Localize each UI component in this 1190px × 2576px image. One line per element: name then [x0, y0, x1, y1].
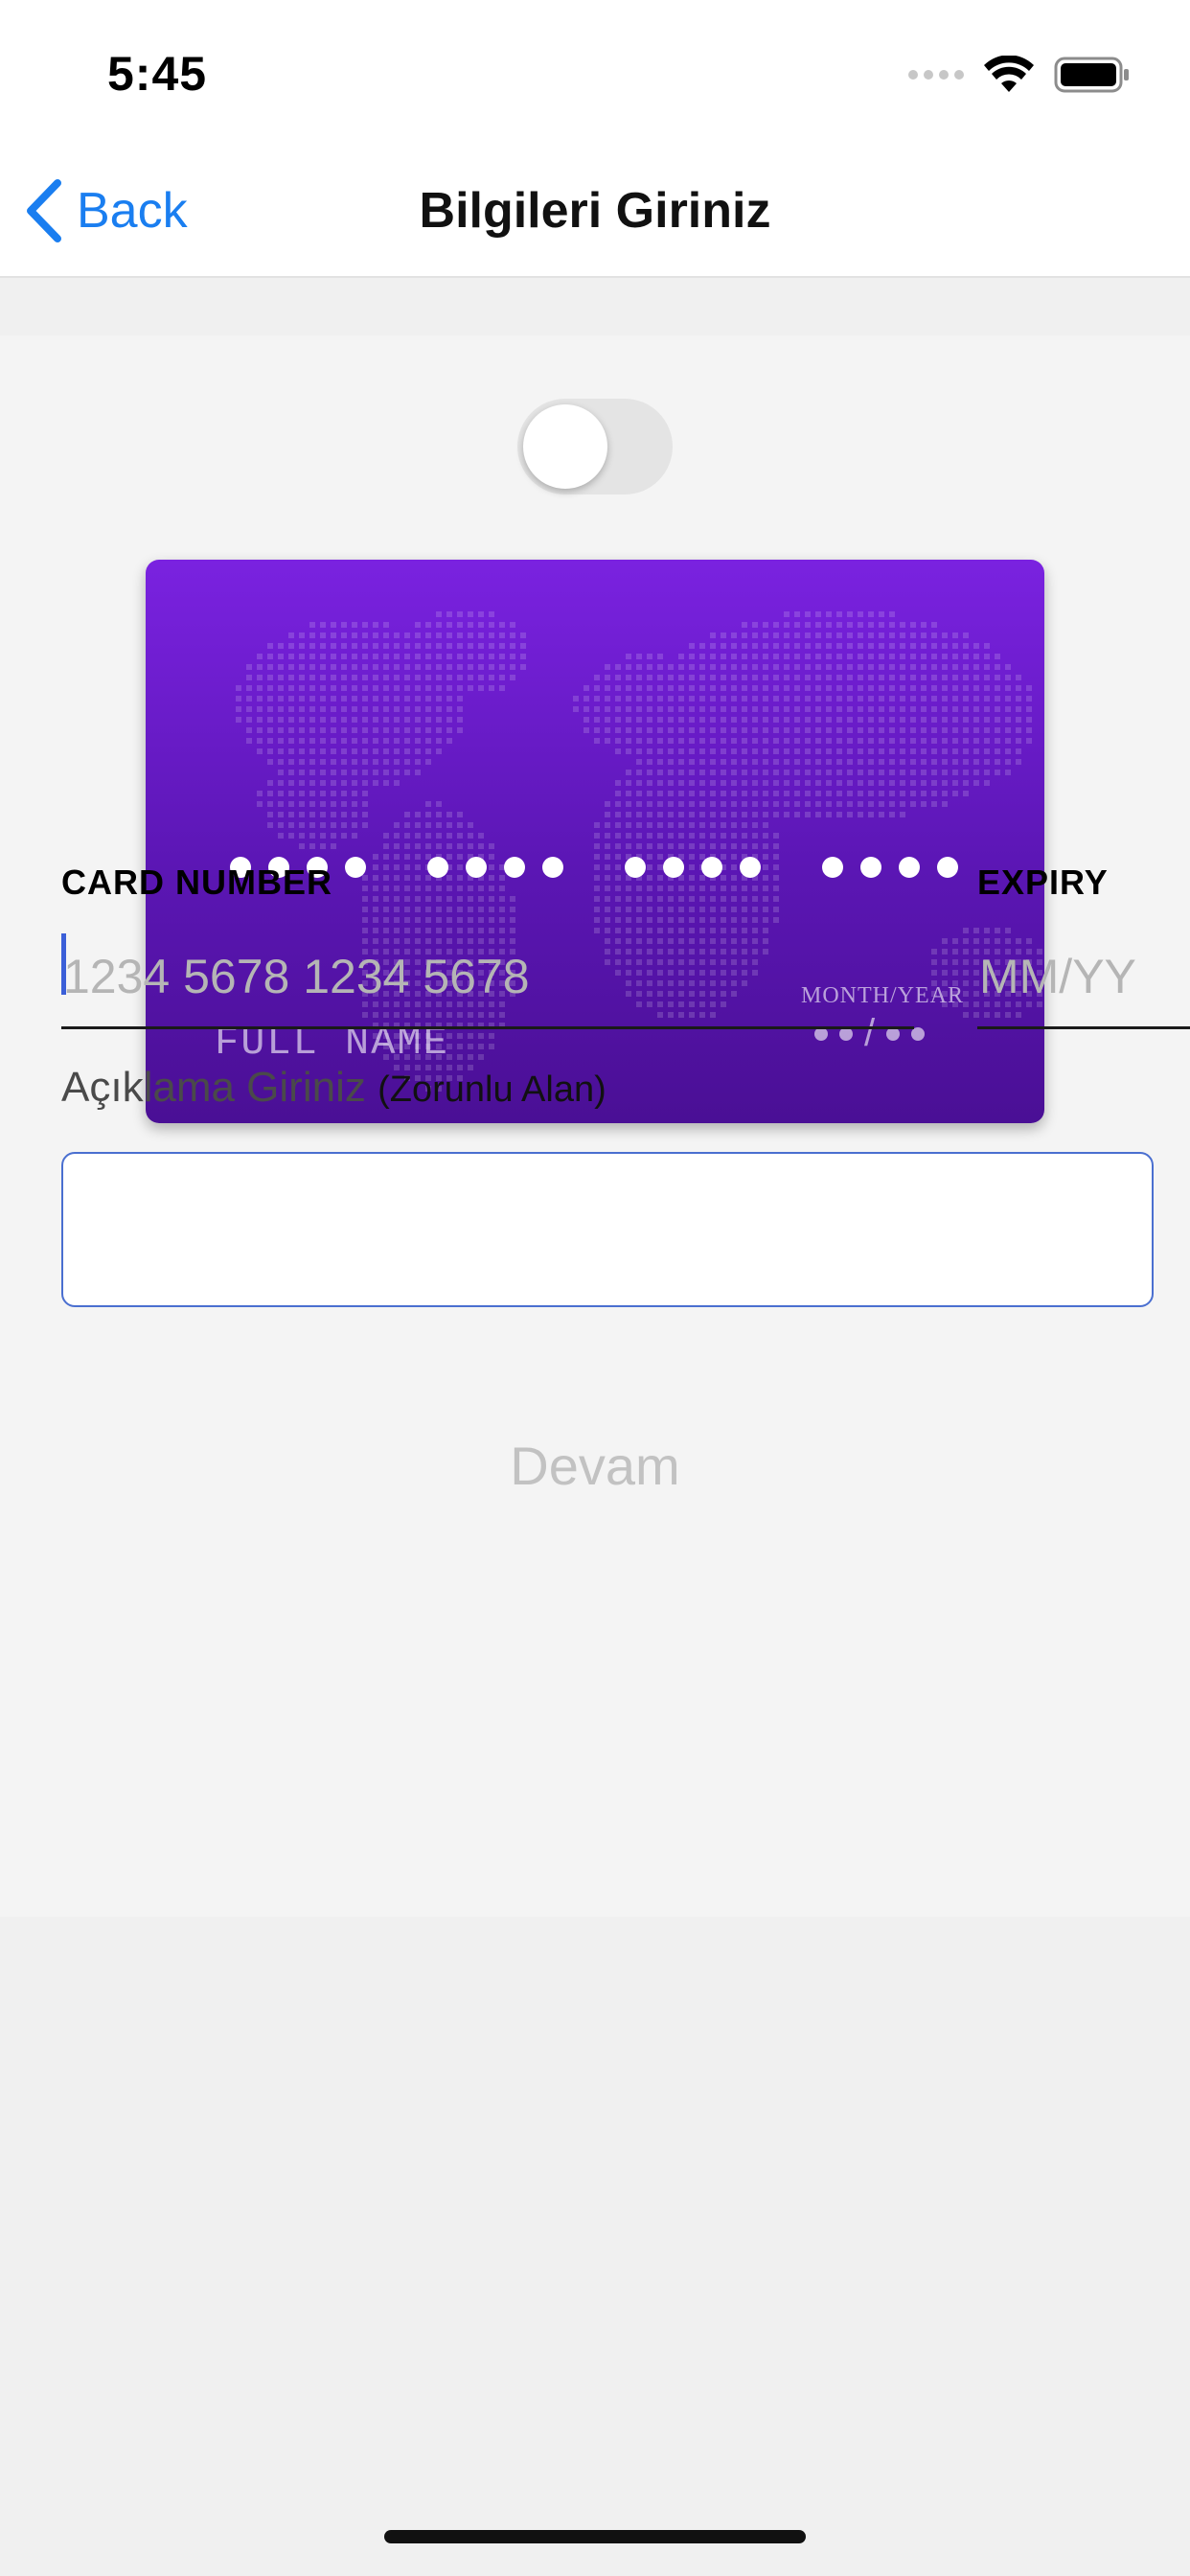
card-number-mask	[230, 857, 958, 878]
status-time: 5:45	[107, 47, 208, 101]
description-input[interactable]	[61, 1152, 1154, 1307]
description-label: Açıklama Giriniz (Zorunlu Alan)	[61, 1064, 606, 1112]
page-title: Bilgileri Giriniz	[419, 183, 771, 239]
description-required-note: (Zorunlu Alan)	[378, 1070, 606, 1110]
navigation-bar: Back Bilgileri Giriniz	[0, 144, 1190, 278]
card-number-input[interactable]	[61, 926, 914, 1029]
status-icons	[908, 54, 1131, 96]
home-indicator	[384, 2530, 806, 2543]
wifi-icon	[984, 56, 1034, 92]
credit-card-preview: FULL NAME MONTH/YEAR /	[146, 560, 1044, 1123]
description-label-text: Açıklama Giriniz	[61, 1064, 366, 1111]
status-bar: 5:45	[0, 0, 1190, 144]
expiry-label: EXPIRY	[977, 862, 1109, 902]
continue-button[interactable]: Devam	[0, 1434, 1190, 1498]
battery-icon	[1054, 57, 1129, 93]
card-flip-toggle[interactable]	[517, 399, 673, 494]
content-panel: FULL NAME MONTH/YEAR /	[0, 335, 1190, 1917]
text-cursor	[61, 933, 66, 995]
expiry-input[interactable]	[977, 926, 1190, 1029]
card-number-label: CARD NUMBER	[61, 862, 332, 902]
signal-icon	[908, 70, 964, 80]
toggle-knob	[523, 404, 607, 489]
